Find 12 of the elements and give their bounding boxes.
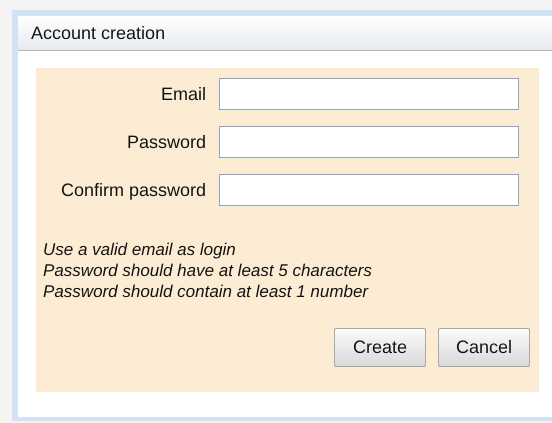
input-field[interactable] xyxy=(219,174,519,206)
input-field[interactable] xyxy=(219,78,519,110)
field-label: Email xyxy=(160,82,207,106)
field-label: Password xyxy=(126,130,207,154)
input-field[interactable] xyxy=(219,126,519,158)
hint-text: Use a valid email as login xyxy=(43,239,237,260)
hint-text: Password should have at least 5 characters xyxy=(43,260,373,281)
dialog-button[interactable]: Create xyxy=(334,328,426,367)
window-title: Account creation xyxy=(31,22,166,44)
field-label: Confirm password xyxy=(60,178,207,202)
hint-text: Password should contain at least 1 number xyxy=(43,281,370,302)
dialog-button[interactable]: Cancel xyxy=(438,328,530,367)
